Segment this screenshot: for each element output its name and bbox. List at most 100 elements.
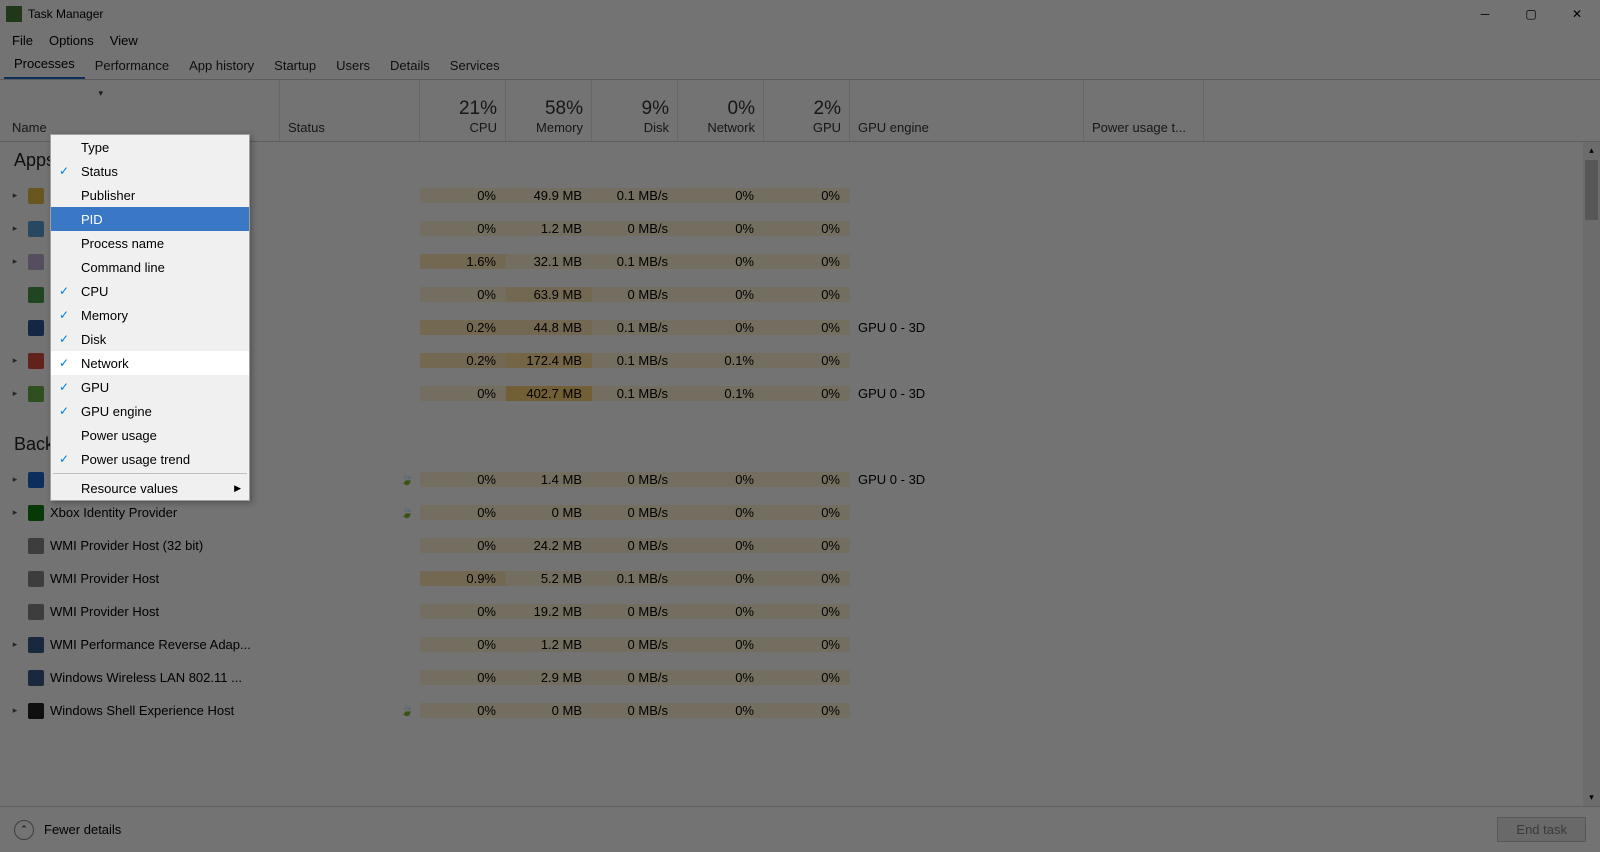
checkmark-icon: ✓	[59, 380, 69, 394]
col-cpu[interactable]: 21%CPU	[420, 80, 506, 141]
tab-processes[interactable]: Processes	[4, 52, 85, 79]
tab-startup[interactable]: Startup	[264, 54, 326, 79]
col-status[interactable]: Status	[280, 80, 420, 141]
process-name: Xbox Identity Provider	[50, 505, 177, 520]
expand-icon[interactable]: ▸	[8, 705, 22, 716]
window-title: Task Manager	[28, 7, 103, 21]
scroll-down-icon[interactable]: ▾	[1583, 792, 1600, 803]
process-icon	[28, 670, 44, 686]
ctx-item-disk[interactable]: ✓Disk	[51, 327, 249, 351]
table-row[interactable]: Windows Wireless LAN 802.11 ...0%2.9 MB0…	[0, 661, 1600, 694]
checkmark-icon: ✓	[59, 284, 69, 298]
table-row[interactable]: WMI Provider Host0.9%5.2 MB0.1 MB/s0%0%	[0, 562, 1600, 595]
app-icon	[6, 6, 22, 22]
expand-icon[interactable]: ▸	[8, 256, 22, 267]
process-icon	[28, 703, 44, 719]
ctx-item-gpu[interactable]: ✓GPU	[51, 375, 249, 399]
column-headers: Name ▾ Status 21%CPU 58%Memory 9%Disk 0%…	[0, 80, 1600, 142]
process-name: WMI Performance Reverse Adap...	[50, 637, 251, 652]
tab-performance[interactable]: Performance	[85, 54, 179, 79]
table-row[interactable]: WMI Provider Host (32 bit)0%24.2 MB0 MB/…	[0, 529, 1600, 562]
table-row[interactable]: ▸WMI Performance Reverse Adap...0%1.2 MB…	[0, 628, 1600, 661]
checkmark-icon: ✓	[59, 164, 69, 178]
process-icon	[28, 505, 44, 521]
process-name: Windows Wireless LAN 802.11 ...	[50, 670, 242, 685]
expand-icon[interactable]: ▸	[8, 474, 22, 485]
fewer-details-link[interactable]: Fewer details	[44, 822, 121, 837]
col-power[interactable]: Power usage t...	[1084, 80, 1204, 141]
ctx-item-gpu-engine[interactable]: ✓GPU engine	[51, 399, 249, 423]
maximize-button[interactable]: ▢	[1508, 0, 1554, 28]
ctx-item-network[interactable]: ✓Network	[51, 351, 249, 375]
process-icon	[28, 287, 44, 303]
suspended-icon: 🍃	[400, 704, 414, 717]
process-icon	[28, 353, 44, 369]
ctx-item-power-usage[interactable]: Power usage	[51, 423, 249, 447]
tab-app-history[interactable]: App history	[179, 54, 264, 79]
tab-services[interactable]: Services	[440, 54, 510, 79]
process-icon	[28, 637, 44, 653]
suspended-icon: 🍃	[400, 506, 414, 519]
suspended-icon: 🍃	[400, 473, 414, 486]
checkmark-icon: ✓	[59, 308, 69, 322]
process-icon	[28, 386, 44, 402]
checkmark-icon: ✓	[59, 356, 69, 370]
close-button[interactable]: ✕	[1554, 0, 1600, 28]
column-context-menu[interactable]: Type✓StatusPublisherPIDProcess nameComma…	[50, 134, 250, 501]
col-gpu-engine[interactable]: GPU engine	[850, 80, 1084, 141]
expand-icon[interactable]: ▸	[8, 639, 22, 650]
menu-options[interactable]: Options	[41, 31, 102, 50]
process-icon	[28, 221, 44, 237]
col-memory[interactable]: 58%Memory	[506, 80, 592, 141]
ctx-item-type[interactable]: Type	[51, 135, 249, 159]
ctx-item-memory[interactable]: ✓Memory	[51, 303, 249, 327]
menu-view[interactable]: View	[102, 31, 146, 50]
chevron-right-icon: ▶	[234, 483, 241, 494]
scrollbar-thumb[interactable]	[1585, 160, 1598, 220]
table-row[interactable]: ▸Windows Shell Experience Host🍃0%0 MB0 M…	[0, 694, 1600, 727]
process-icon	[28, 604, 44, 620]
col-disk[interactable]: 9%Disk	[592, 80, 678, 141]
process-icon	[28, 320, 44, 336]
expand-icon[interactable]: ▸	[8, 507, 22, 518]
minimize-button[interactable]: ─	[1462, 0, 1508, 28]
tab-users[interactable]: Users	[326, 54, 380, 79]
ctx-item-process-name[interactable]: Process name	[51, 231, 249, 255]
tab-details[interactable]: Details	[380, 54, 440, 79]
ctx-item-command-line[interactable]: Command line	[51, 255, 249, 279]
scroll-up-icon[interactable]: ▴	[1583, 142, 1600, 156]
collapse-icon[interactable]: ⌃	[14, 820, 34, 840]
scrollbar[interactable]: ▴ ▾	[1583, 142, 1600, 806]
process-name: WMI Provider Host	[50, 604, 159, 619]
footer: ⌃ Fewer details End task	[0, 806, 1600, 852]
tab-bar: Processes Performance App history Startu…	[0, 52, 1600, 80]
ctx-item-pid[interactable]: PID	[51, 207, 249, 231]
col-name[interactable]: Name ▾	[0, 80, 280, 141]
process-name: WMI Provider Host (32 bit)	[50, 538, 203, 553]
expand-icon[interactable]: ▸	[8, 223, 22, 234]
process-icon	[28, 538, 44, 554]
menu-file[interactable]: File	[4, 31, 41, 50]
col-network[interactable]: 0%Network	[678, 80, 764, 141]
checkmark-icon: ✓	[59, 404, 69, 418]
menubar: File Options View	[0, 28, 1600, 52]
checkmark-icon: ✓	[59, 332, 69, 346]
process-icon	[28, 571, 44, 587]
process-name: Windows Shell Experience Host	[50, 703, 234, 718]
expand-icon[interactable]: ▸	[8, 388, 22, 399]
expand-icon[interactable]: ▸	[8, 190, 22, 201]
chevron-down-icon[interactable]: ▾	[90, 84, 111, 103]
process-icon	[28, 254, 44, 270]
end-task-button[interactable]: End task	[1497, 817, 1586, 842]
table-row[interactable]: WMI Provider Host0%19.2 MB0 MB/s0%0%	[0, 595, 1600, 628]
process-icon	[28, 188, 44, 204]
titlebar: Task Manager ─ ▢ ✕	[0, 0, 1600, 28]
ctx-item-publisher[interactable]: Publisher	[51, 183, 249, 207]
ctx-item-power-usage-trend[interactable]: ✓Power usage trend	[51, 447, 249, 471]
col-gpu[interactable]: 2%GPU	[764, 80, 850, 141]
checkmark-icon: ✓	[59, 452, 69, 466]
expand-icon[interactable]: ▸	[8, 355, 22, 366]
ctx-item-resource-values[interactable]: Resource values▶	[51, 476, 249, 500]
ctx-item-status[interactable]: ✓Status	[51, 159, 249, 183]
ctx-item-cpu[interactable]: ✓CPU	[51, 279, 249, 303]
